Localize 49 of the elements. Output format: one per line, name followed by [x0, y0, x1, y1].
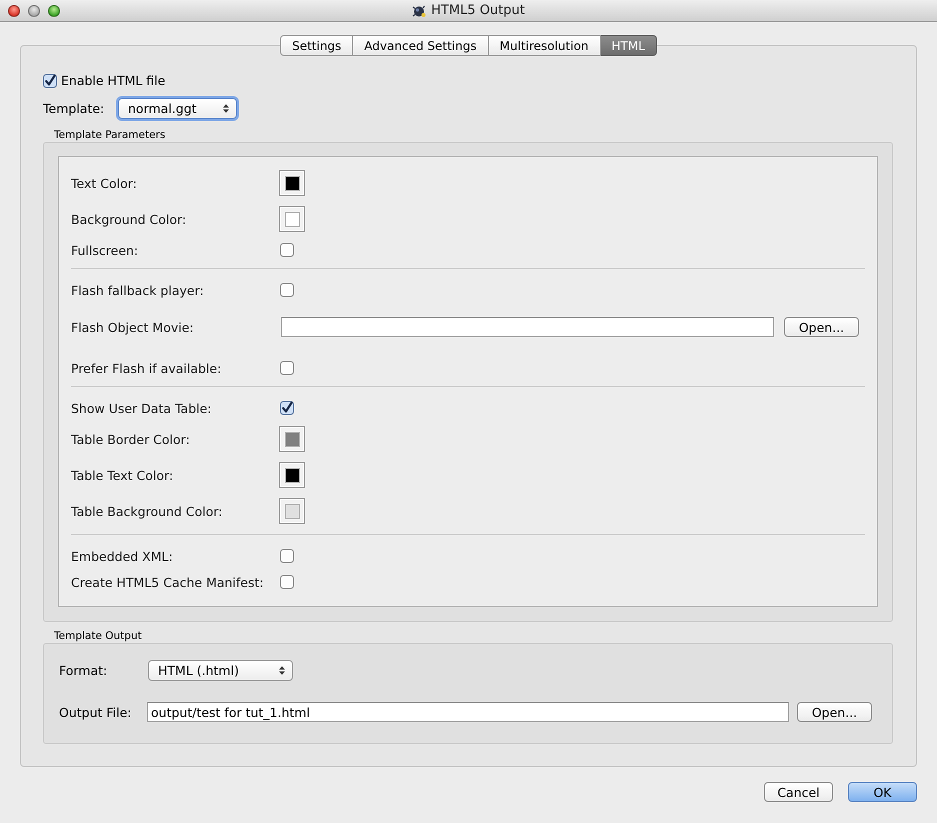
- checkbox[interactable]: [280, 361, 294, 375]
- color-well[interactable]: [279, 170, 305, 196]
- checkbox[interactable]: [280, 243, 294, 257]
- template-dropdown[interactable]: normal.ggt: [118, 98, 237, 119]
- tab[interactable]: Advanced Settings: [353, 35, 489, 56]
- tab[interactable]: HTML: [600, 35, 657, 56]
- checkbox[interactable]: [280, 549, 294, 563]
- field-label: Template:: [43, 101, 106, 116]
- color-well[interactable]: [279, 462, 305, 488]
- ok-button[interactable]: OK: [848, 782, 917, 802]
- updown-arrows-icon: [279, 666, 285, 674]
- close-button[interactable]: [8, 4, 20, 16]
- field-label: Create HTML5 Cache Manifest:: [71, 574, 265, 590]
- group-title: Template Parameters: [53, 129, 166, 142]
- cancel-button[interactable]: Cancel: [764, 782, 833, 802]
- input-field[interactable]: [281, 317, 774, 337]
- checkbox-label: Enable HTML file: [61, 73, 166, 88]
- color-well[interactable]: [279, 426, 305, 452]
- format-dropdown[interactable]: HTML (.html): [148, 660, 293, 680]
- field-label: Table Text Color:: [71, 468, 174, 482]
- color-well[interactable]: [279, 206, 305, 232]
- field-label: Text Color:: [71, 176, 138, 190]
- window-title: HTML5 Output: [431, 3, 525, 18]
- field-label: Output File:: [59, 704, 133, 720]
- field-label: Table Background Color:: [71, 504, 224, 518]
- orb-icon: [412, 4, 426, 18]
- field-label: Prefer Flash if available:: [71, 360, 222, 376]
- tab[interactable]: Multiresolution: [488, 35, 601, 56]
- field-label: Show User Data Table:: [71, 400, 213, 416]
- color-well[interactable]: [279, 498, 305, 524]
- field-label: Table Border Color:: [71, 432, 191, 446]
- updown-arrows-icon: [223, 104, 229, 113]
- checkbox[interactable]: [280, 401, 294, 415]
- open-button[interactable]: Open...: [797, 702, 872, 722]
- field-label: Flash Object Movie:: [71, 320, 195, 334]
- field-label: Background Color:: [71, 212, 188, 226]
- tab[interactable]: Settings: [280, 35, 354, 56]
- field-label: Fullscreen:: [71, 242, 140, 258]
- minimize-button[interactable]: [28, 4, 40, 16]
- zoom-button[interactable]: [48, 4, 60, 16]
- checkbox[interactable]: [280, 283, 294, 297]
- checkbox[interactable]: [280, 575, 294, 589]
- field-label: Flash fallback player:: [71, 282, 205, 298]
- field-label: Embedded XML:: [71, 548, 174, 564]
- group-title: Template Output: [53, 630, 143, 643]
- input-field[interactable]: output/test for tut_1.html: [147, 702, 789, 722]
- open-button[interactable]: Open...: [784, 317, 859, 337]
- field-label: Format:: [59, 662, 108, 678]
- checkbox[interactable]: [43, 74, 57, 88]
